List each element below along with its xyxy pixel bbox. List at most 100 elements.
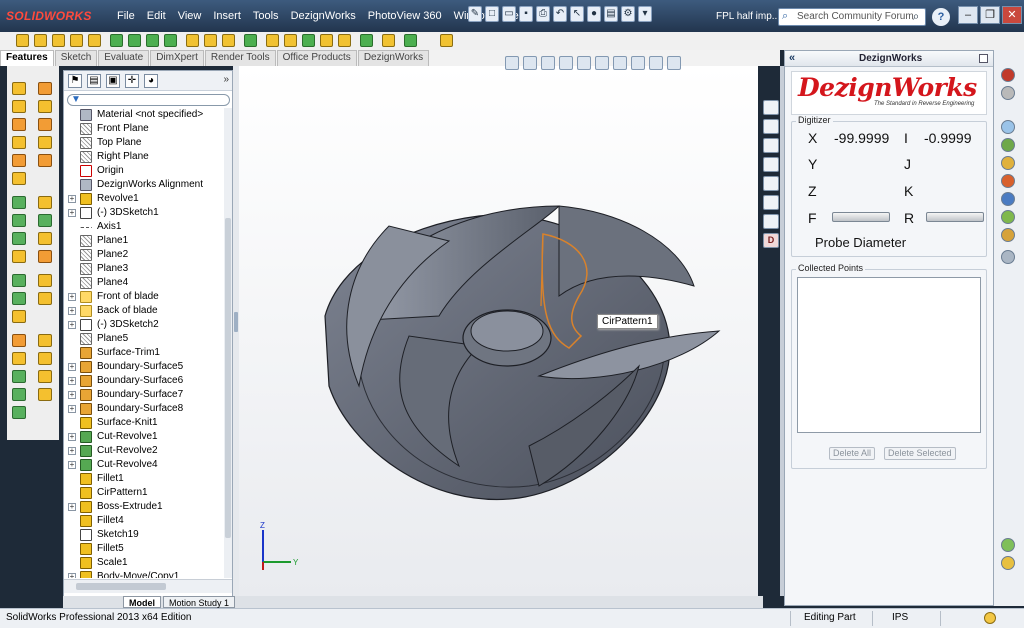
delete-all-button[interactable]: Delete All: [829, 447, 876, 460]
tree-item[interactable]: Plane4: [64, 276, 224, 290]
expand-icon[interactable]: +: [68, 433, 76, 441]
mirror-icon[interactable]: [12, 310, 26, 323]
select-arrow-icon[interactable]: ↖: [570, 6, 584, 22]
tree-item[interactable]: + Cut-Revolve2: [64, 444, 224, 458]
expand-icon[interactable]: +: [68, 461, 76, 469]
custom-properties-icon[interactable]: [763, 214, 779, 229]
settings-icon[interactable]: [1001, 228, 1015, 242]
view-orientation-icon[interactable]: [577, 56, 591, 70]
spline-icon[interactable]: [404, 34, 417, 47]
menu-insert[interactable]: Insert: [208, 8, 246, 24]
previous-view-icon[interactable]: [541, 56, 555, 70]
expand-icon[interactable]: +: [68, 307, 76, 315]
lofted-boss-icon[interactable]: [70, 34, 83, 47]
tree-item[interactable]: CirPattern1: [64, 486, 224, 500]
tree-item[interactable]: + Back of blade: [64, 304, 224, 318]
rebuild-status-icon[interactable]: [984, 612, 996, 624]
coordinate-system-icon[interactable]: [38, 388, 52, 401]
cut-revolve-icon[interactable]: [12, 214, 26, 227]
rectangle-icon[interactable]: [38, 100, 52, 113]
view-settings-icon[interactable]: [667, 56, 681, 70]
plane-icon[interactable]: [38, 334, 52, 347]
property-manager-icon[interactable]: ▤: [87, 74, 101, 88]
tree-item[interactable]: + Boundary-Surface6: [64, 374, 224, 388]
chamfer-side-icon[interactable]: [12, 352, 26, 365]
spline-side-icon[interactable]: [38, 154, 52, 167]
line-icon[interactable]: [38, 82, 52, 95]
help-icon[interactable]: ?: [932, 8, 950, 26]
circle-icon[interactable]: [38, 136, 52, 149]
tree-item[interactable]: Fillet5: [64, 542, 224, 556]
boundary-boss-icon[interactable]: [88, 34, 101, 47]
expand-icon[interactable]: +: [68, 405, 76, 413]
expand-icon[interactable]: +: [68, 573, 76, 578]
expand-icon[interactable]: +: [68, 503, 76, 511]
expand-icon[interactable]: +: [68, 209, 76, 217]
edit-appearance-icon[interactable]: [631, 56, 645, 70]
tree-item[interactable]: + Cut-Revolve4: [64, 458, 224, 472]
tree-item[interactable]: Fillet4: [64, 514, 224, 528]
cut-extrude-icon[interactable]: [12, 196, 26, 209]
probe-icon[interactable]: [1001, 86, 1015, 100]
revolved-cut-icon[interactable]: [128, 34, 141, 47]
boundary-icon[interactable]: [12, 154, 26, 167]
curves-icon[interactable]: [360, 34, 373, 47]
tab-features[interactable]: Features: [0, 50, 54, 66]
print-icon[interactable]: ⎙: [536, 6, 550, 22]
curve-side-icon[interactable]: [12, 406, 26, 419]
tree-item[interactable]: Axis1: [64, 220, 224, 234]
instant3d-icon[interactable]: [382, 34, 395, 47]
options-dropdown-icon[interactable]: ▾: [638, 6, 652, 22]
tree-item[interactable]: Plane1: [64, 234, 224, 248]
cut-sweep-icon[interactable]: [12, 232, 26, 245]
graphics-area[interactable]: CirPattern1 Z Y: [239, 66, 758, 596]
swept-boss-icon[interactable]: [52, 34, 65, 47]
file-properties-icon[interactable]: ▤: [604, 6, 618, 22]
tree-hscroll-thumb[interactable]: [76, 583, 166, 590]
menu-photoview[interactable]: PhotoView 360: [363, 8, 447, 24]
menu-dezignworks[interactable]: DezignWorks: [286, 8, 361, 24]
rebuild-icon[interactable]: ●: [587, 6, 601, 22]
status-units[interactable]: IPS: [892, 612, 908, 623]
display-style-icon[interactable]: [595, 56, 609, 70]
tab-dimxpert[interactable]: DimXpert: [150, 50, 204, 66]
tab-office-products[interactable]: Office Products: [276, 50, 357, 66]
axis-icon[interactable]: [38, 352, 52, 365]
new-document-icon[interactable]: □: [485, 6, 499, 22]
expand-icon[interactable]: +: [68, 377, 76, 385]
section-view-icon[interactable]: [559, 56, 573, 70]
tree-item[interactable]: Scale1: [64, 556, 224, 570]
menu-tools[interactable]: Tools: [248, 8, 284, 24]
apply-scene-icon[interactable]: [649, 56, 663, 70]
tree-item[interactable]: DezignWorks Alignment: [64, 178, 224, 192]
swept-cut-icon[interactable]: [146, 34, 159, 47]
tree-item[interactable]: Right Plane: [64, 150, 224, 164]
tree-item[interactable]: Origin: [64, 164, 224, 178]
expand-icon[interactable]: +: [68, 293, 76, 301]
tree-item[interactable]: Top Plane: [64, 136, 224, 150]
open-folder-icon[interactable]: ▭: [502, 6, 516, 22]
expand-panel-icon[interactable]: »: [223, 74, 229, 85]
zoom-to-fit-icon[interactable]: [505, 56, 519, 70]
tab-motion-study[interactable]: Motion Study 1: [163, 596, 236, 608]
dome-icon[interactable]: [12, 370, 26, 383]
revolve-icon[interactable]: [12, 100, 26, 113]
status-ok-icon[interactable]: [1001, 538, 1015, 552]
pin-pane-icon[interactable]: [979, 54, 988, 63]
home-icon[interactable]: [763, 119, 779, 134]
appearances-icon[interactable]: [763, 195, 779, 210]
hide-show-items-icon[interactable]: [613, 56, 627, 70]
tree-item[interactable]: + (-) 3DSketch1: [64, 206, 224, 220]
align-icon[interactable]: [1001, 192, 1015, 206]
search-community-input[interactable]: ⌕ Search Community Forum: [778, 8, 926, 26]
tab-evaluate[interactable]: Evaluate: [98, 50, 150, 66]
tree-item[interactable]: Material <not specified>: [64, 108, 224, 122]
tree-item[interactable]: Surface-Knit1: [64, 416, 224, 430]
shell-icon[interactable]: [284, 34, 297, 47]
save-icon[interactable]: ▪: [519, 6, 533, 22]
collapse-pane-icon[interactable]: «: [789, 52, 795, 64]
expand-icon[interactable]: +: [68, 363, 76, 371]
tab-render-tools[interactable]: Render Tools: [204, 50, 276, 66]
expand-icon[interactable]: +: [68, 391, 76, 399]
configuration-manager-icon[interactable]: ▣: [106, 74, 120, 88]
